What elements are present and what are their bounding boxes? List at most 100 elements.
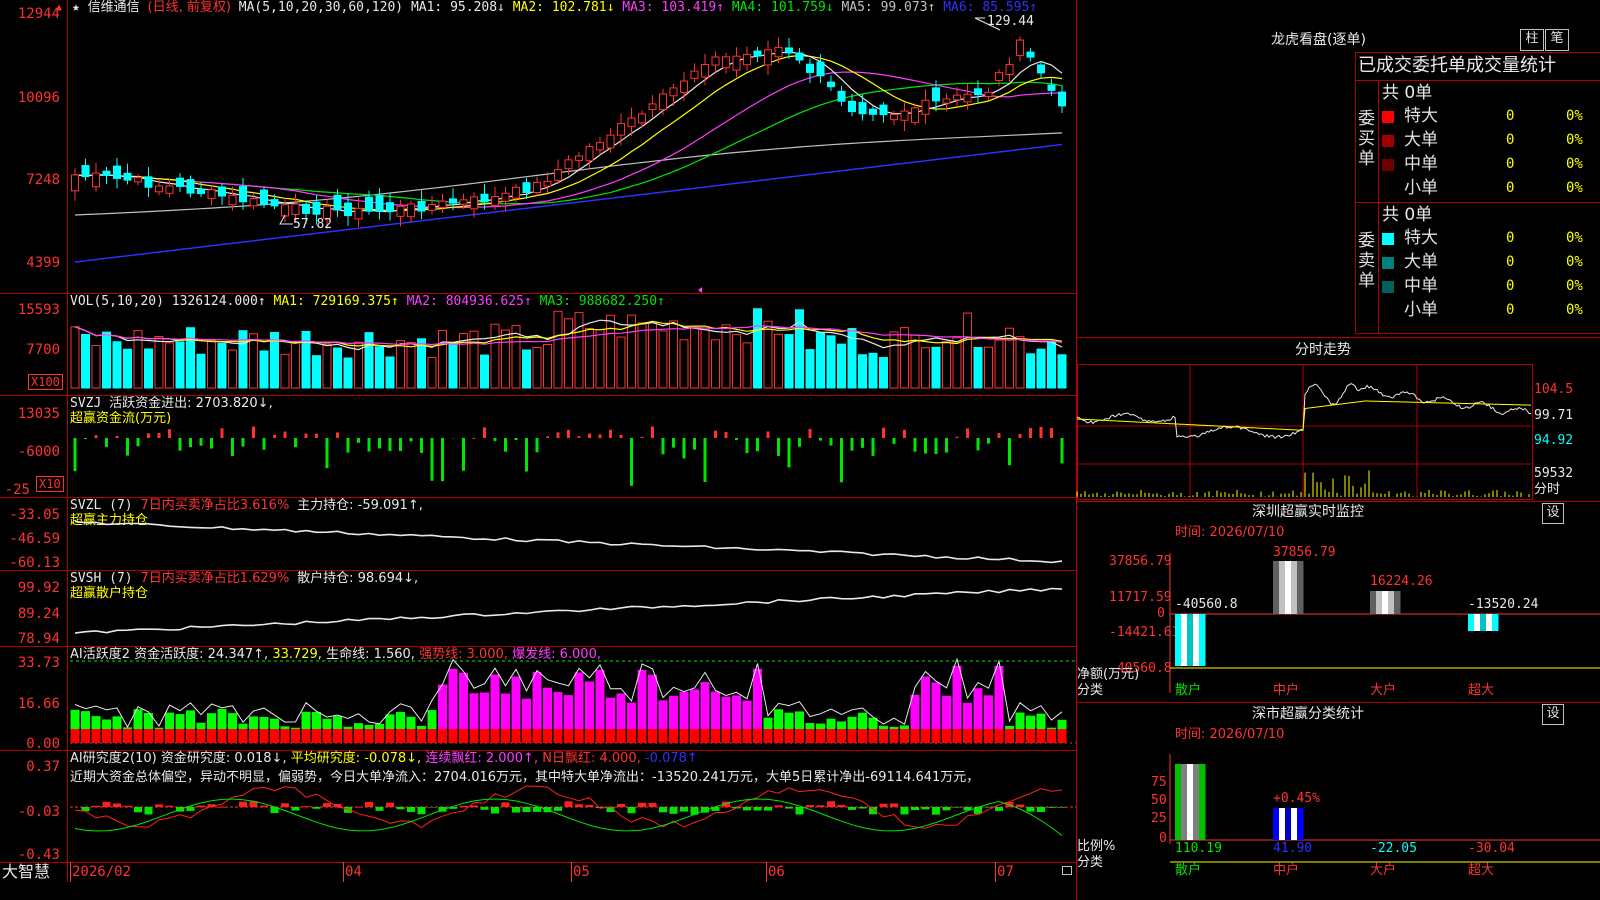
activity-bar bbox=[763, 717, 773, 729]
svzj-bar bbox=[756, 438, 759, 452]
svzj-bar bbox=[472, 437, 476, 439]
svzj-bar bbox=[283, 431, 287, 438]
volume-bar bbox=[700, 329, 710, 389]
research-bar bbox=[554, 807, 562, 811]
ai-research-chart[interactable] bbox=[0, 751, 1076, 862]
classification-title: 深市超赢分类统计 bbox=[1252, 706, 1364, 722]
legend-swatch bbox=[1382, 183, 1394, 195]
svzj-bar bbox=[651, 426, 654, 438]
monitor-value: 16224.26 bbox=[1370, 574, 1433, 589]
x-label: 07 bbox=[997, 864, 1014, 880]
volume-bar bbox=[1026, 353, 1035, 389]
candle bbox=[522, 182, 531, 194]
intraday-chart[interactable] bbox=[1076, 364, 1532, 498]
svzj-bar bbox=[525, 438, 528, 472]
svzj-chart[interactable] bbox=[0, 396, 1076, 497]
candle bbox=[995, 72, 1003, 82]
svzj-panel[interactable]: 13035 -6000 -25 X10 SVZJ 活跃资金进出: 2703.82… bbox=[0, 396, 1076, 498]
monitor-top-border bbox=[1077, 501, 1600, 502]
candle bbox=[774, 46, 783, 58]
candle bbox=[722, 56, 730, 69]
activity-base-bar bbox=[417, 729, 426, 743]
svsh-panel[interactable]: 99.92 89.24 78.94 SVSH (7) 7日内买卖净占比1.629… bbox=[0, 571, 1076, 647]
price-panel[interactable]: ▲ 12944 10096 7248 4399 ★ 信维通信 (日线, 前复权)… bbox=[0, 0, 1076, 293]
realtime-monitor-panel[interactable]: 深圳超赢实时监控 设 时间: 2026/07/10 37856.79 11717… bbox=[1077, 501, 1600, 700]
research-bar bbox=[218, 806, 226, 808]
activity-bar bbox=[679, 691, 689, 729]
volume-bar bbox=[81, 333, 90, 389]
research-bar bbox=[291, 807, 300, 811]
classification-bar bbox=[1273, 808, 1304, 840]
classification-pct: +0.45% bbox=[1273, 791, 1320, 806]
activity-base-bar bbox=[511, 729, 521, 743]
brand-label[interactable]: 大智慧 bbox=[2, 863, 50, 881]
volume-bar bbox=[217, 342, 227, 389]
candle bbox=[1026, 51, 1035, 58]
candle bbox=[1058, 91, 1066, 107]
column-view-button[interactable]: 柱 bbox=[1520, 29, 1544, 51]
research-bar bbox=[785, 807, 793, 809]
svzj-bar bbox=[609, 429, 612, 438]
buy-row: 小单 0 0% bbox=[1356, 177, 1600, 201]
activity-bar bbox=[963, 702, 972, 729]
svzj-bar bbox=[640, 436, 644, 438]
activity-bar bbox=[648, 674, 657, 729]
monitor-bar bbox=[1468, 614, 1499, 631]
tick-view-button[interactable]: 笔 bbox=[1545, 29, 1569, 51]
volume-bar bbox=[448, 342, 458, 389]
classification-y-label: 75 bbox=[1151, 775, 1167, 790]
volume-panel[interactable]: 15593 7700 X100 VOL(5,10,20) 1326124.000… bbox=[0, 294, 1076, 395]
research-bar bbox=[396, 807, 405, 810]
volume-chart[interactable] bbox=[0, 294, 1076, 395]
volume-bar bbox=[826, 335, 836, 389]
legend-swatch bbox=[1382, 257, 1394, 269]
ai-activity-chart[interactable] bbox=[0, 647, 1076, 750]
activity-base-bar bbox=[91, 729, 101, 743]
svzj-bar bbox=[420, 438, 423, 453]
svsh-chart[interactable] bbox=[0, 571, 1076, 646]
research-bar bbox=[753, 807, 762, 811]
candle bbox=[207, 189, 216, 200]
svzl-chart[interactable] bbox=[0, 498, 1076, 570]
activity-base-bar bbox=[501, 729, 510, 743]
activity-base-bar bbox=[438, 729, 447, 743]
monitor-net-label: 净额(万元) bbox=[1077, 667, 1140, 682]
activity-base-bar bbox=[343, 729, 353, 743]
ai-research-panel[interactable]: 0.37 -0.03 -0.43 AI研究度2(10) 资金研究度: 0.018… bbox=[0, 751, 1076, 863]
lock-icon[interactable] bbox=[1062, 866, 1072, 875]
volume-bar bbox=[784, 334, 794, 389]
classification-panel[interactable]: 深市超赢分类统计 设 时间: 2026/07/10 75 50 25 0 比例%… bbox=[1077, 702, 1600, 900]
classification-value: 41.90 bbox=[1273, 841, 1313, 856]
volume-bar bbox=[858, 354, 867, 389]
svzl-panel[interactable]: -33.05 -46.59 -60.13 SVZL (7) 7日内买卖净占比3.… bbox=[0, 498, 1076, 571]
svzj-bar bbox=[273, 434, 276, 438]
activity-base-bar bbox=[952, 729, 962, 743]
bar-segment bbox=[1370, 591, 1377, 614]
activity-bar bbox=[795, 711, 804, 729]
candle bbox=[911, 107, 919, 123]
row-name: 小单 bbox=[1404, 178, 1438, 198]
price-chart[interactable] bbox=[0, 0, 1076, 293]
classification-settings-button[interactable]: 设 bbox=[1542, 704, 1564, 725]
bar-segment bbox=[1480, 614, 1487, 631]
research-bar bbox=[648, 803, 657, 807]
volume-bar bbox=[606, 314, 615, 389]
svzj-bar bbox=[588, 433, 591, 438]
svzj-bar bbox=[976, 438, 980, 451]
ai-activity-panel[interactable]: 33.73 16.66 0.00 AI活跃度2 资金活跃度: 24.347↑, … bbox=[0, 647, 1076, 752]
candle bbox=[963, 93, 972, 103]
candle bbox=[795, 52, 804, 61]
monitor-settings-button[interactable]: 设 bbox=[1542, 503, 1564, 524]
research-bar bbox=[806, 805, 814, 807]
candle bbox=[1016, 39, 1024, 56]
research-bar bbox=[837, 804, 846, 807]
row-name: 大单 bbox=[1404, 252, 1438, 272]
buy-row: 大单 0 0% bbox=[1356, 129, 1600, 153]
activity-bar bbox=[396, 711, 405, 729]
svzj-bar bbox=[357, 438, 360, 443]
research-bar bbox=[627, 807, 636, 814]
intraday-panel[interactable]: 分时走势 104.5 99.71 94.92 59532 分时 bbox=[1076, 337, 1600, 500]
activity-bar bbox=[354, 723, 363, 729]
candle bbox=[428, 203, 436, 211]
longhu-panel[interactable]: 龙虎看盘(逐单) 柱 笔 已成交委托单成交量统计 委买单 委卖单 共 0单 共 … bbox=[1077, 0, 1600, 336]
